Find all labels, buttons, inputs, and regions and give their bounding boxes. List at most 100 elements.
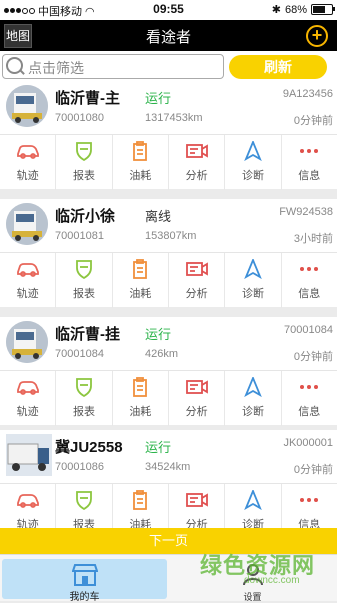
action-projector-button[interactable]: 分析 bbox=[169, 253, 226, 308]
action-label: 分析 bbox=[185, 288, 208, 300]
truck-avatar bbox=[6, 203, 48, 245]
last-update-time: 0分钟前 bbox=[293, 464, 333, 476]
action-projector-button[interactable]: 分析 bbox=[169, 135, 226, 190]
device-number: 70001086 bbox=[55, 461, 104, 473]
action-car-button[interactable]: 轨迹 bbox=[0, 253, 57, 308]
action-more-dots-button[interactable]: 信息 bbox=[282, 253, 337, 308]
vehicle-card[interactable]: 临沂曹-主 运行 9A123456 70001080 1317453km 0分钟前 轨迹 报表… bbox=[0, 81, 337, 190]
action-label: 分析 bbox=[185, 406, 208, 418]
vehicle-card[interactable]: 临沂曹-挂 运行 70001084 70001084 426km 0分钟前轨迹 报表 油耗 分析… bbox=[0, 317, 337, 426]
shield-icon bbox=[72, 259, 96, 280]
action-label: 报表 bbox=[72, 406, 95, 418]
action-projector-button[interactable]: 分析 bbox=[169, 371, 226, 426]
action-navigation-arrow-button[interactable]: 诊断 bbox=[225, 371, 282, 426]
action-label: 信息 bbox=[298, 288, 321, 300]
navigation-arrow-icon bbox=[241, 488, 265, 511]
vehicle-status: 运行 bbox=[145, 327, 172, 342]
action-label: 油耗 bbox=[129, 288, 152, 300]
storefront-icon bbox=[72, 564, 98, 586]
action-shield-button[interactable]: 报表 bbox=[56, 135, 113, 190]
action-clipboard-button[interactable]: 油耗 bbox=[113, 135, 169, 190]
car-icon bbox=[16, 259, 40, 279]
action-label: 报表 bbox=[72, 288, 95, 300]
action-more-dots-button[interactable]: 信息 bbox=[282, 371, 337, 426]
action-navigation-arrow-button[interactable]: 诊断 bbox=[225, 135, 282, 190]
filter-input[interactable]: 点击筛选 bbox=[2, 54, 224, 79]
action-label: 诊断 bbox=[241, 288, 264, 300]
truck-avatar bbox=[6, 321, 48, 363]
page-title: 看途者 bbox=[145, 29, 191, 46]
shield-icon bbox=[72, 377, 96, 398]
vehicle-status: 离线 bbox=[145, 209, 172, 224]
device-number: 70001080 bbox=[55, 112, 104, 124]
device-number: 70001084 bbox=[55, 348, 104, 360]
vehicle-name: 临沂曹-主 bbox=[55, 90, 120, 107]
mileage: 153807km bbox=[145, 230, 197, 242]
more-dots-icon bbox=[297, 377, 321, 397]
nav-bar: 地图 看途者 + bbox=[0, 20, 337, 51]
vehicle-plate-id: 9A123456 bbox=[282, 88, 333, 100]
truck-avatar bbox=[6, 434, 52, 476]
more-dots-icon bbox=[297, 259, 321, 279]
plus-circle-icon[interactable]: + bbox=[306, 25, 328, 47]
car-icon bbox=[16, 490, 40, 510]
clipboard-icon bbox=[128, 259, 152, 279]
car-icon bbox=[16, 377, 40, 397]
vehicle-plate-id: 70001084 bbox=[284, 324, 333, 336]
navigation-arrow-icon bbox=[241, 375, 265, 398]
mileage: 426km bbox=[145, 348, 179, 360]
last-update-time: 3小时前 bbox=[293, 233, 333, 245]
action-label: 信息 bbox=[298, 406, 321, 418]
vehicle-plate-id: FW924538 bbox=[279, 206, 333, 218]
navigation-arrow-icon bbox=[241, 139, 265, 162]
projector-icon bbox=[185, 490, 209, 510]
navigation-arrow-icon bbox=[241, 257, 265, 280]
vehicle-name: 临沂小徐 bbox=[55, 208, 116, 225]
vehicle-status: 运行 bbox=[145, 440, 172, 455]
vehicle-card[interactable]: 冀JU2558 运行 JK000001 70001086 34524km 0分钟前 轨迹 报表… bbox=[0, 430, 337, 539]
status-bar: 中国移动 ◠ 09:55 ✱ 68% bbox=[0, 0, 337, 20]
vehicle-plate-id: JK000001 bbox=[283, 437, 333, 449]
battery-percent: 68% bbox=[284, 3, 307, 16]
bluetooth-icon: ✱ bbox=[271, 4, 281, 16]
mileage: 1317453km bbox=[145, 112, 203, 124]
battery-icon bbox=[311, 4, 335, 15]
last-update-time: 0分钟前 bbox=[293, 351, 333, 363]
action-label: 油耗 bbox=[129, 406, 152, 418]
tab-my-car[interactable]: 我的车 bbox=[2, 559, 167, 603]
action-navigation-arrow-button[interactable]: 诊断 bbox=[225, 253, 282, 308]
action-car-button[interactable]: 轨迹 bbox=[0, 371, 57, 426]
action-shield-button[interactable]: 报表 bbox=[56, 371, 113, 426]
watermark-url: downcc.com bbox=[244, 575, 300, 586]
action-row: 轨迹 报表 油耗 分析 诊断 信息 bbox=[0, 134, 337, 190]
filter-bar: 点击筛选 刷新 bbox=[0, 51, 337, 81]
tab-settings-label: 设置 bbox=[243, 592, 262, 602]
more-dots-icon bbox=[297, 141, 321, 161]
action-label: 分析 bbox=[185, 170, 208, 182]
projector-icon bbox=[185, 377, 209, 397]
action-row: 轨迹 报表 油耗 分析 诊断 信息 bbox=[0, 370, 337, 426]
action-shield-button[interactable]: 报表 bbox=[56, 253, 113, 308]
action-clipboard-button[interactable]: 油耗 bbox=[113, 371, 169, 426]
vehicle-name: 冀JU2558 bbox=[55, 439, 123, 456]
tab-my-car-label: 我的车 bbox=[69, 592, 100, 603]
action-clipboard-button[interactable]: 油耗 bbox=[113, 253, 169, 308]
truck-avatar bbox=[6, 85, 48, 127]
action-label: 轨迹 bbox=[16, 288, 39, 300]
shield-icon bbox=[72, 141, 96, 162]
clipboard-icon bbox=[128, 141, 152, 161]
vehicle-name: 临沂曹-挂 bbox=[55, 326, 120, 343]
action-label: 信息 bbox=[298, 170, 321, 182]
action-car-button[interactable]: 轨迹 bbox=[0, 135, 57, 190]
action-more-dots-button[interactable]: 信息 bbox=[282, 135, 337, 190]
refresh-button[interactable]: 刷新 bbox=[229, 55, 327, 79]
projector-icon bbox=[185, 141, 209, 161]
action-label: 轨迹 bbox=[16, 406, 39, 418]
search-icon bbox=[6, 57, 23, 74]
filter-placeholder: 点击筛选 bbox=[28, 60, 84, 76]
action-label: 报表 bbox=[72, 170, 95, 182]
action-label: 诊断 bbox=[241, 170, 264, 182]
projector-icon bbox=[185, 259, 209, 279]
car-icon bbox=[16, 141, 40, 161]
vehicle-card[interactable]: 临沂小徐 离线 FW924538 70001081 153807km 3小时前 轨迹 报表 油耗… bbox=[0, 199, 337, 308]
